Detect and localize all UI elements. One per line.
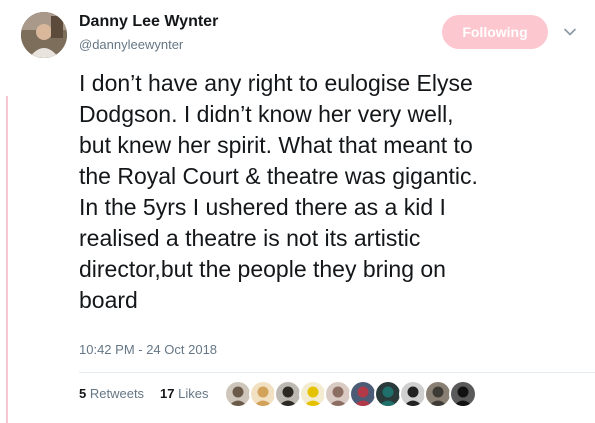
retweets-count: 5 <box>79 386 87 401</box>
retweets-label: Retweets <box>89 386 145 401</box>
avatar[interactable] <box>21 12 67 58</box>
chevron-down-icon[interactable] <box>562 24 578 40</box>
liker-avatar[interactable] <box>349 380 377 408</box>
liker-avatar[interactable] <box>299 380 327 408</box>
liker-avatar[interactable] <box>249 380 277 408</box>
liker-avatar[interactable] <box>399 380 427 408</box>
author-handle[interactable]: @dannyleewynter <box>79 37 183 52</box>
stats-divider <box>79 372 595 373</box>
author-name[interactable]: Danny Lee Wynter <box>79 13 218 31</box>
liker-avatar[interactable] <box>274 380 302 408</box>
liker-avatar[interactable] <box>224 380 252 408</box>
liker-avatar[interactable] <box>424 380 452 408</box>
avatar-photo <box>21 12 67 58</box>
liker-avatar[interactable] <box>324 380 352 408</box>
following-button[interactable]: Following <box>442 15 548 49</box>
tweet-timestamp[interactable]: 10:42 PM - 24 Oct 2018 <box>79 342 217 357</box>
likes-label: Likes <box>178 386 209 401</box>
tweet-text: I don’t have any right to eulogise Elyse… <box>79 70 478 313</box>
retweets-stat[interactable]: 5 Retweets <box>79 386 144 401</box>
likes-stat[interactable]: 17 Likes <box>160 386 208 401</box>
likes-count: 17 <box>160 386 175 401</box>
liker-avatar[interactable] <box>449 380 477 408</box>
left-accent-rule <box>6 96 8 423</box>
liker-avatar[interactable] <box>374 380 402 408</box>
liker-avatars <box>224 380 477 408</box>
